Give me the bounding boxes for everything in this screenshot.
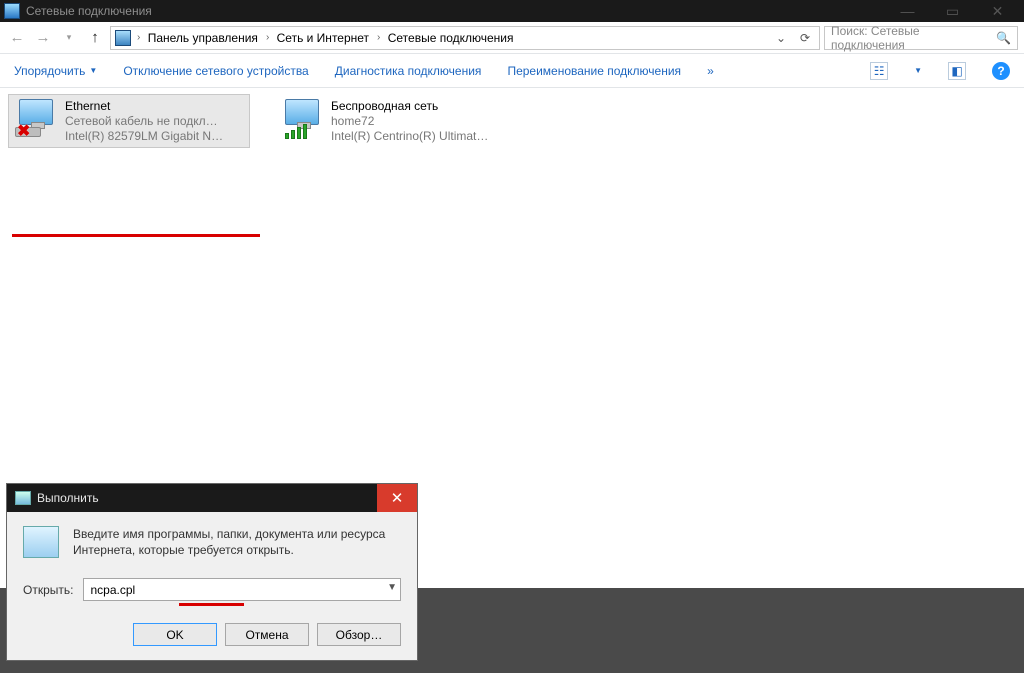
open-input[interactable] [83, 578, 401, 601]
more-commands[interactable]: » [707, 64, 714, 78]
connection-title: Беспроводная сеть [331, 99, 488, 113]
connection-title: Ethernet [65, 99, 223, 113]
connection-item-wifi[interactable]: Беспроводная сеть home72 Intel(R) Centri… [274, 94, 516, 148]
run-dialog-titlebar[interactable]: Выполнить [7, 484, 417, 512]
back-button[interactable]: ← [6, 27, 28, 49]
address-dropdown-icon[interactable]: ⌄ [771, 31, 791, 45]
ok-button[interactable]: OK [133, 623, 217, 646]
diagnose-button[interactable]: Диагностика подключения [335, 64, 482, 78]
command-bar: Упорядочить▼ Отключение сетевого устройс… [0, 54, 1024, 88]
search-input[interactable]: Поиск: Сетевые подключения 🔍 [824, 26, 1018, 50]
open-label: Открыть: [23, 583, 73, 597]
rename-button[interactable]: Переименование подключения [507, 64, 681, 78]
browse-button[interactable]: Обзор… [317, 623, 401, 646]
wifi-icon [281, 99, 323, 141]
view-options-icon[interactable]: ☷ [870, 62, 888, 80]
view-dropdown-icon[interactable]: ▼ [914, 66, 922, 75]
run-app-icon [15, 491, 31, 505]
address-bar[interactable]: › Панель управления › Сеть и Интернет › … [110, 26, 820, 50]
organize-button[interactable]: Упорядочить▼ [14, 64, 97, 78]
run-description: Введите имя программы, папки, документа … [73, 526, 401, 558]
breadcrumb-item[interactable]: › Панель управления [135, 31, 260, 45]
up-button[interactable]: ↑ [84, 27, 106, 49]
refresh-icon[interactable]: ⟳ [795, 31, 815, 45]
connection-adapter: Intel(R) Centrino(R) Ultimat… [331, 129, 488, 143]
run-close-button[interactable]: ✕ [377, 484, 417, 512]
search-placeholder: Поиск: Сетевые подключения [831, 24, 996, 52]
disconnected-icon: ✖ [17, 121, 30, 141]
run-dialog-title: Выполнить [37, 491, 99, 505]
ethernet-icon: ✖ [15, 99, 57, 141]
navigation-bar: ← → ▾ ↑ › Панель управления › Сеть и Инт… [0, 22, 1024, 54]
annotation-underline [179, 603, 244, 606]
close-button[interactable]: ✕ [975, 1, 1020, 21]
breadcrumb-item[interactable]: › Сетевые подключения [375, 31, 515, 45]
run-program-icon [23, 526, 59, 558]
forward-button[interactable]: → [32, 27, 54, 49]
annotation-underline [12, 234, 260, 237]
breadcrumb-item[interactable]: › Сеть и Интернет [264, 31, 371, 45]
preview-pane-icon[interactable]: ◧ [948, 62, 966, 80]
search-icon: 🔍 [996, 31, 1011, 45]
connection-item-ethernet[interactable]: ✖ Ethernet Сетевой кабель не подкл… Inte… [8, 94, 250, 148]
app-icon [4, 3, 20, 19]
location-icon [115, 30, 131, 46]
recent-dropdown[interactable]: ▾ [58, 27, 80, 49]
disable-device-button[interactable]: Отключение сетевого устройства [123, 64, 308, 78]
run-dialog: Выполнить ✕ Введите имя программы, папки… [6, 483, 418, 661]
cancel-button[interactable]: Отмена [225, 623, 309, 646]
maximize-button[interactable]: ▭ [930, 1, 975, 21]
minimize-button[interactable]: — [885, 1, 930, 21]
signal-bars-icon [285, 124, 307, 139]
connection-adapter: Intel(R) 82579LM Gigabit N… [65, 129, 223, 143]
connection-status: Сетевой кабель не подкл… [65, 114, 223, 128]
help-icon[interactable]: ? [992, 62, 1010, 80]
connection-status: home72 [331, 114, 488, 128]
window-titlebar: Сетевые подключения — ▭ ✕ [0, 0, 1024, 22]
window-title: Сетевые подключения [26, 4, 152, 18]
input-dropdown-icon[interactable]: ▼ [387, 582, 397, 593]
